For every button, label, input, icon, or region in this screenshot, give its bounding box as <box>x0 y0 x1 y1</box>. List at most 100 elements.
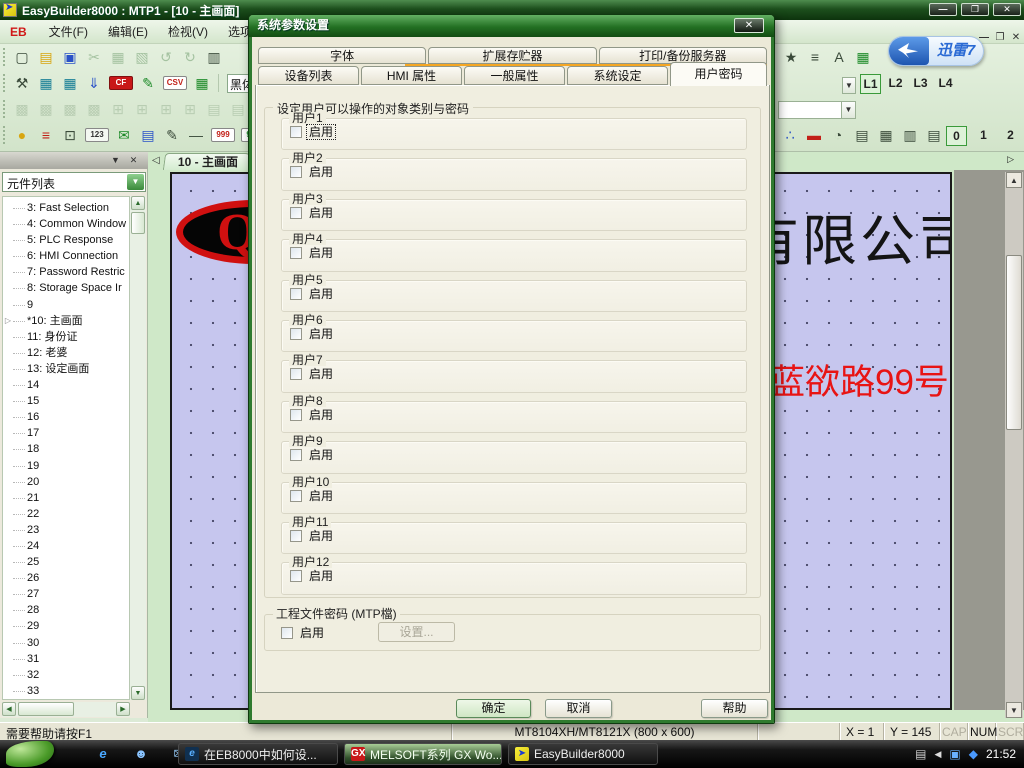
enable-checkbox[interactable] <box>290 166 302 178</box>
expander-icon[interactable] <box>3 538 13 554</box>
restore-icon[interactable]: ❐ <box>961 3 989 16</box>
scrollbar-thumb[interactable] <box>18 702 74 716</box>
enable-checkbox[interactable] <box>290 368 302 380</box>
memo-object-icon[interactable]: ✎ <box>160 125 184 145</box>
state-combo[interactable]: ▼ <box>778 101 856 119</box>
download-icon[interactable]: ⇓ <box>82 73 106 93</box>
enable-label[interactable]: 启用 <box>307 529 335 543</box>
start-button[interactable] <box>6 741 54 767</box>
layer-button[interactable]: L2 <box>885 74 906 94</box>
folder-tray-icon[interactable]: ▣ <box>949 747 960 761</box>
expander-icon[interactable] <box>3 280 13 296</box>
bit-lamp-icon[interactable]: ● <box>10 125 34 145</box>
scroll-down-icon[interactable]: ▼ <box>131 686 145 700</box>
scroll-down-icon[interactable]: ▼ <box>1006 702 1022 718</box>
expander-icon[interactable] <box>3 377 13 393</box>
expander-icon[interactable] <box>3 232 13 248</box>
tree-item[interactable]: 30 <box>3 635 129 651</box>
dialog-tab[interactable]: 一般属性 <box>464 66 565 85</box>
expander-icon[interactable] <box>3 618 13 634</box>
taskbar-item-melsoft[interactable]: GX MELSOFT系列 GX Wo... <box>344 743 502 765</box>
cancel-button[interactable]: 取消 <box>545 699 612 718</box>
undo-icon[interactable]: ↺ <box>154 47 178 67</box>
menu-item[interactable]: 文件(F) <box>39 20 98 43</box>
expander-icon[interactable] <box>3 297 13 313</box>
table-icon[interactable]: ▦ <box>190 73 214 93</box>
expander-icon[interactable] <box>3 441 13 457</box>
expander-icon[interactable] <box>3 409 13 425</box>
trend-display-icon[interactable]: ∴ <box>778 125 802 145</box>
tree-item[interactable]: 13: 设定画面 <box>3 361 129 377</box>
meter-display-icon[interactable]: ◔ <box>826 125 850 145</box>
scroll-left-icon[interactable]: ◀ <box>2 702 16 716</box>
panel-close-icon[interactable]: ✕ <box>127 154 140 167</box>
enable-label[interactable]: 启用 <box>307 569 335 583</box>
simulate-icon[interactable]: ✎ <box>136 73 160 93</box>
tab-scroll-right-icon[interactable]: ▷ <box>1007 154 1014 165</box>
thunder-widget[interactable]: 迅雷7 <box>888 36 984 66</box>
align-right-icon[interactable]: ⊞ <box>178 99 202 119</box>
tree-item[interactable]: 33 <box>3 683 129 699</box>
tree-item[interactable]: 9 <box>3 297 129 313</box>
expander-icon[interactable] <box>3 554 13 570</box>
cut-icon[interactable]: ✂ <box>82 47 106 67</box>
expander-icon[interactable] <box>3 522 13 538</box>
redo-icon[interactable]: ↻ <box>178 47 202 67</box>
cf-card-icon[interactable]: CF <box>109 76 133 90</box>
tree-item[interactable]: 14 <box>3 377 129 393</box>
expander-icon[interactable] <box>3 635 13 651</box>
media-object-icon[interactable]: ▤ <box>922 125 946 145</box>
enable-checkbox[interactable] <box>290 126 302 138</box>
dialog-tab[interactable]: 扩展存贮器 <box>428 47 596 64</box>
keyboard-tray-icon[interactable]: ▤ <box>915 747 926 761</box>
numeric-input-icon[interactable]: 999 <box>211 128 235 142</box>
minimize-icon[interactable]: — <box>929 3 957 16</box>
save-icon[interactable]: ▣ <box>58 47 82 67</box>
tree-item[interactable]: 28 <box>3 602 129 618</box>
print-icon[interactable]: ▥ <box>202 47 226 67</box>
toggle-switch-icon[interactable]: ⊡ <box>58 125 82 145</box>
tree-item[interactable]: 12: 老婆 <box>3 345 129 361</box>
scrollbar-thumb[interactable] <box>1006 255 1022 430</box>
tree-vertical-scrollbar[interactable]: ▲ ▼ <box>130 196 146 700</box>
send-back-icon[interactable]: ▩ <box>34 99 58 119</box>
enable-checkbox[interactable] <box>290 449 302 461</box>
numeric-display-icon[interactable]: 123 <box>85 128 109 142</box>
expander-icon[interactable] <box>3 200 13 216</box>
zoom-dropdown[interactable]: ▼ <box>842 77 856 94</box>
tree-item[interactable]: 7: Password Restric <box>3 264 129 280</box>
expander-icon[interactable] <box>3 264 13 280</box>
enable-label[interactable]: 启用 <box>307 246 335 260</box>
enable-label[interactable]: 启用 <box>307 367 335 381</box>
enable-checkbox[interactable] <box>290 247 302 259</box>
company-text-object[interactable]: 有限公司 <box>744 196 952 276</box>
menu-item[interactable]: 检视(V) <box>158 20 218 43</box>
chevron-down-icon[interactable]: ▼ <box>127 174 144 190</box>
tree-item[interactable]: 5: PLC Response <box>3 232 129 248</box>
enable-checkbox[interactable] <box>290 530 302 542</box>
dialog-tab[interactable]: 字体 <box>258 47 426 64</box>
align-top-icon[interactable]: ⊞ <box>106 99 130 119</box>
open-file-icon[interactable]: ▤ <box>34 47 58 67</box>
tab-scroll-left-icon[interactable]: ◁ <box>152 155 160 166</box>
enable-label[interactable]: 启用 <box>307 165 335 179</box>
toolbar-handle[interactable] <box>3 126 6 144</box>
enable-label[interactable]: 启用 <box>307 408 335 422</box>
align-bottom-icon[interactable]: ⊞ <box>130 99 154 119</box>
enable-label[interactable]: 启用 <box>307 448 335 462</box>
copy-icon[interactable]: ▦ <box>106 47 130 67</box>
expander-icon[interactable] <box>3 393 13 409</box>
project-enable-label[interactable]: 启用 <box>298 626 326 640</box>
picture-tool-icon[interactable]: ▦ <box>851 47 875 67</box>
bring-front-icon[interactable]: ▩ <box>10 99 34 119</box>
state-button[interactable]: 2 <box>1000 126 1021 146</box>
tray-collapse-icon[interactable]: ◀ <box>934 749 941 760</box>
tree-item[interactable]: 17 <box>3 425 129 441</box>
tree-item[interactable]: 25 <box>3 554 129 570</box>
sidebar-header[interactable]: ▼ ✕ <box>0 152 148 169</box>
new-file-icon[interactable]: ▢ <box>10 47 34 67</box>
paste-icon[interactable]: ▧ <box>130 47 154 67</box>
message-object-icon[interactable]: ✉ <box>112 125 136 145</box>
enable-checkbox[interactable] <box>290 288 302 300</box>
expander-icon[interactable] <box>3 667 13 683</box>
